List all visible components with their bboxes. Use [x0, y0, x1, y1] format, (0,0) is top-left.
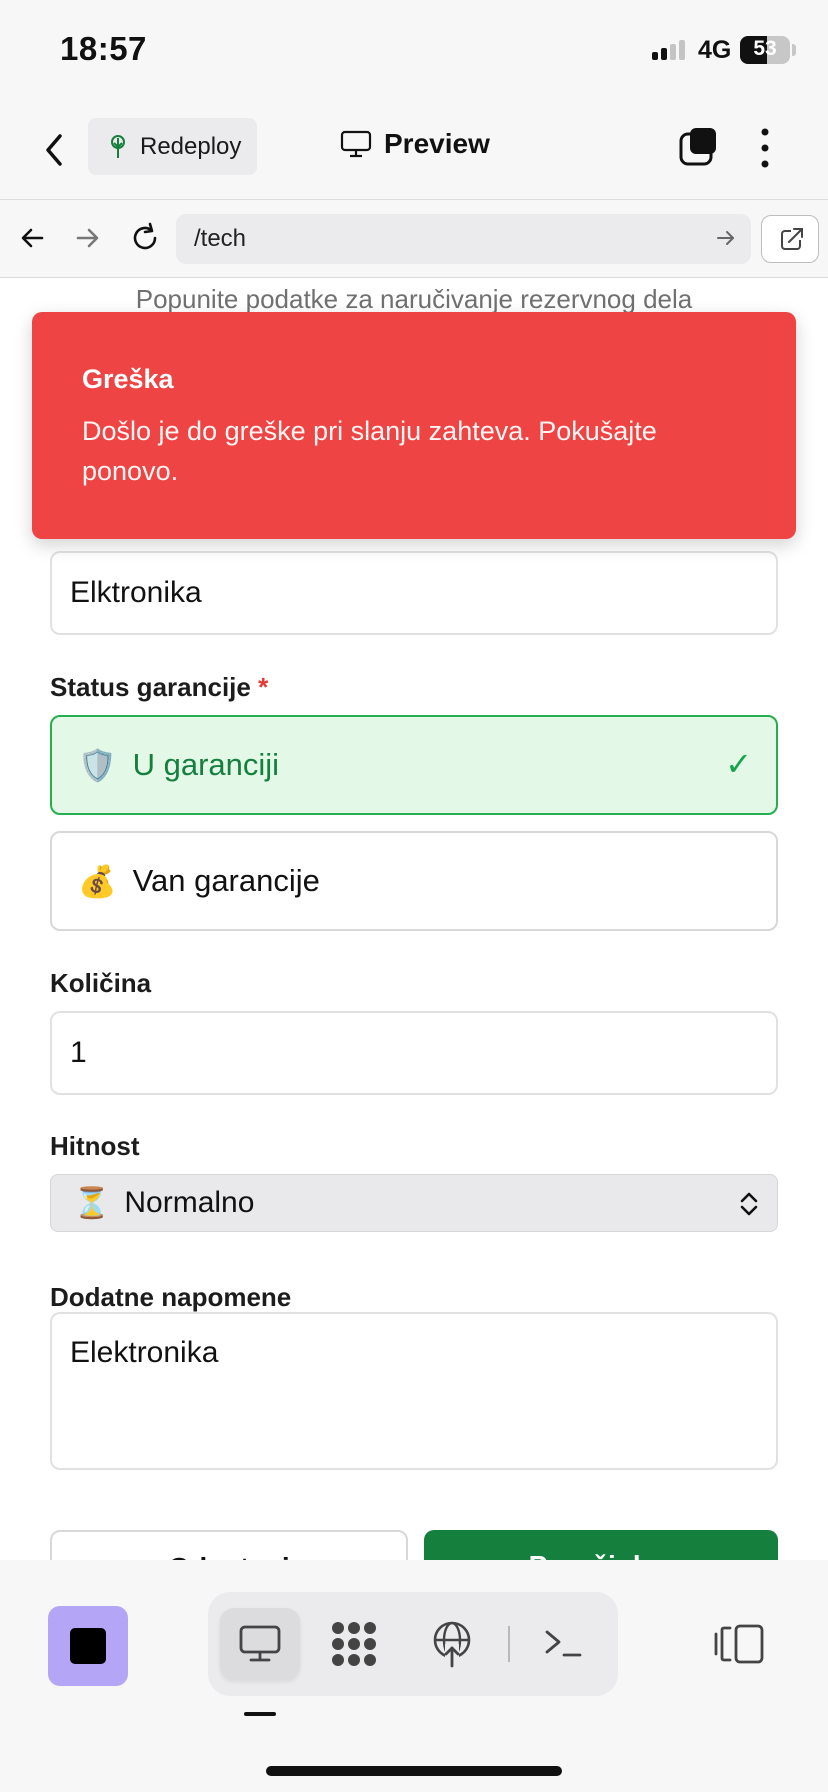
monitor-icon	[239, 1625, 281, 1662]
toast-title: Greška	[82, 364, 174, 394]
arrow-left-icon[interactable]	[16, 221, 50, 255]
preview-tab[interactable]	[220, 1608, 300, 1680]
network-label: 4G	[698, 36, 732, 64]
warranty-label: Status garancije *	[50, 672, 268, 703]
tabs-icon[interactable]	[678, 126, 718, 166]
bottom-toolbar	[0, 1560, 828, 1792]
category-value: Elktronika	[70, 576, 202, 609]
quantity-input[interactable]: 1	[50, 1011, 778, 1095]
monitor-icon	[340, 130, 372, 158]
arrow-right-icon[interactable]	[70, 221, 104, 255]
urgency-label: Hitnost	[50, 1131, 140, 1161]
signal-icon	[652, 38, 685, 60]
panel-icon[interactable]	[712, 1622, 766, 1666]
home-indicator	[266, 1766, 562, 1776]
urgency-value: Normalno	[124, 1186, 255, 1219]
grid-tab[interactable]	[314, 1608, 394, 1680]
error-toast[interactable]: Greška Došlo je do greške pri slanju zah…	[32, 312, 796, 539]
go-arrow-icon[interactable]	[715, 227, 737, 249]
url-text: /tech	[194, 225, 247, 252]
toast-message: Došlo je do greške pri slanju zahteva. P…	[82, 416, 657, 486]
warranty-option-in[interactable]: 🛡️ U garanciji ✓	[50, 715, 778, 815]
app-header: Redeploy Preview	[0, 100, 828, 200]
warranty-option-label: U garanciji	[132, 747, 280, 782]
shield-icon: 🛡️	[78, 747, 117, 783]
cancel-button[interactable]: Odustani	[50, 1530, 408, 1560]
money-bag-icon: 💰	[78, 863, 117, 899]
url-input[interactable]: /tech	[176, 214, 751, 264]
notes-textarea[interactable]: Elektronika	[50, 1312, 778, 1470]
check-icon: ✓	[725, 746, 752, 782]
hourglass-icon: ⏳	[73, 1186, 111, 1220]
terminal-tab[interactable]	[524, 1608, 604, 1680]
warranty-option-out[interactable]: 💰 Van garancije	[50, 831, 778, 931]
external-link-icon	[781, 228, 803, 250]
battery-tip	[792, 44, 796, 56]
urgency-select[interactable]: ⏳ Normalno	[50, 1174, 778, 1232]
battery-level: 53	[753, 37, 777, 60]
preview-title: Preview	[340, 128, 490, 160]
status-time: 18:57	[60, 30, 147, 67]
quantity-value: 1	[70, 1036, 87, 1069]
open-external-button[interactable]	[761, 215, 819, 263]
battery-icon: 53	[740, 36, 790, 64]
submit-button[interactable]: Poruči deo	[424, 1530, 778, 1560]
grid-icon	[332, 1622, 376, 1666]
warranty-option-label: Van garancije	[132, 863, 320, 898]
globe-upload-icon	[433, 1621, 471, 1668]
active-tab-indicator	[244, 1712, 276, 1716]
required-mark: *	[258, 672, 269, 702]
more-vertical-icon[interactable]	[755, 126, 775, 170]
quantity-label: Količina	[50, 968, 152, 998]
tree-icon	[111, 134, 125, 158]
redeploy-button[interactable]: Redeploy	[88, 118, 257, 175]
back-chevron-icon[interactable]	[40, 130, 70, 170]
reload-icon[interactable]	[128, 221, 162, 255]
url-bar: /tech	[0, 200, 828, 278]
stop-button[interactable]	[48, 1606, 128, 1686]
status-bar: 18:57 4G 53	[0, 0, 828, 100]
toolbar-divider	[508, 1626, 510, 1662]
deploy-tab[interactable]	[412, 1608, 492, 1680]
notes-label: Dodatne napomene	[50, 1282, 292, 1312]
warranty-label-text: Status garancije	[50, 672, 251, 702]
view-switcher	[208, 1592, 618, 1696]
redeploy-label: Redeploy	[140, 132, 242, 160]
stop-icon	[70, 1628, 106, 1664]
category-input[interactable]: Elktronika	[50, 551, 778, 635]
chevron-updown-icon	[740, 1192, 758, 1216]
notes-value: Elektronika	[70, 1336, 219, 1369]
preview-label: Preview	[384, 128, 490, 159]
terminal-icon	[545, 1630, 582, 1657]
form-subtitle: Popunite podatke za naručivanje rezervno…	[135, 284, 693, 314]
